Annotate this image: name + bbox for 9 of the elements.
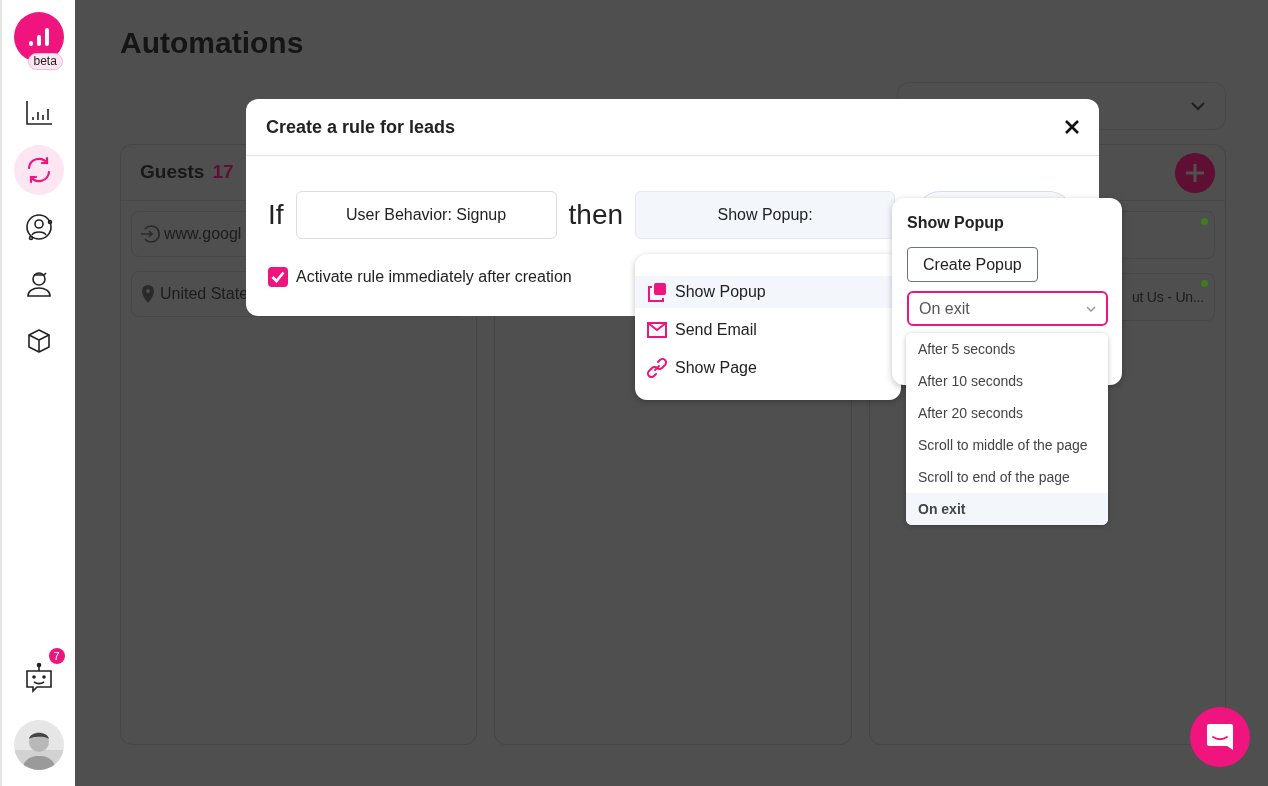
page-title: Automations: [120, 25, 305, 61]
column-title: Guests: [140, 160, 205, 185]
column-count: 17: [212, 160, 234, 185]
then-label: then: [568, 198, 624, 232]
notification-badge: 7: [48, 648, 65, 664]
beta-badge: beta: [27, 53, 63, 70]
popover-title: Show Popup: [907, 213, 1005, 233]
modal-title: Create a rule for leads: [266, 115, 456, 139]
if-label: If: [268, 198, 284, 232]
